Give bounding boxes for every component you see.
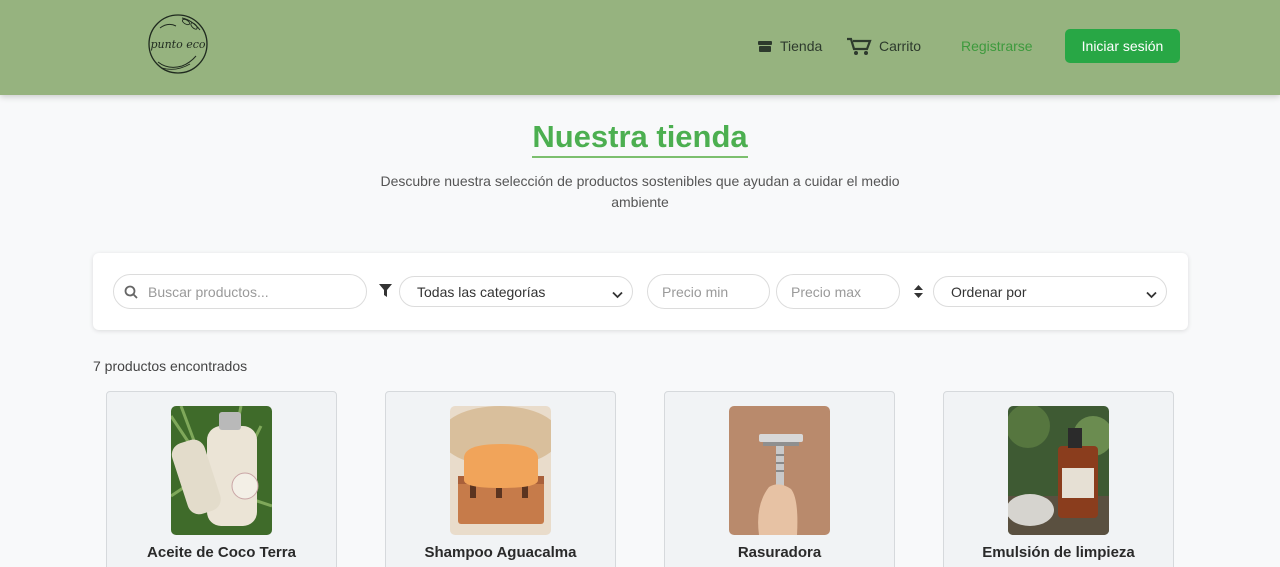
product-image[interactable] [171,406,272,535]
category-select[interactable]: Todas las categorías [399,276,633,307]
chevron-down-icon [612,286,623,302]
page-title-wrap: Nuestra tienda [0,118,1280,158]
product-image[interactable] [450,406,551,535]
price-min-input[interactable]: Precio min [647,274,770,309]
results-count: 7 productos encontrados [93,358,248,374]
login-button[interactable]: Iniciar sesión [1065,29,1180,63]
product-card[interactable]: Rasuradora [664,391,895,567]
page-subtitle: Descubre nuestra selección de productos … [380,173,900,210]
price-max-placeholder: Precio max [791,283,862,300]
cart-icon [846,37,872,56]
nav-carrito-link[interactable]: Carrito [846,29,921,63]
nav-tienda-link[interactable]: Tienda [757,29,822,63]
product-card[interactable]: Shampoo Aguacalma [385,391,616,567]
product-card[interactable]: Aceite de Coco Terra [106,391,337,567]
search-input[interactable]: Buscar productos... [113,274,367,309]
page-title: Nuestra tienda [532,118,748,158]
register-link[interactable]: Registrarse [961,29,1033,63]
nav-tienda-label: Tienda [780,38,823,54]
price-max-input[interactable]: Precio max [776,274,900,309]
filter-bar: Buscar productos... Todas las categorías… [93,253,1188,330]
product-image[interactable] [729,406,830,535]
search-icon [124,285,138,299]
product-name[interactable]: Emulsión de limpieza [944,544,1173,561]
svg-text:punto eco: punto eco [150,38,205,51]
product-image[interactable] [1008,406,1109,535]
product-name[interactable]: Aceite de Coco Terra [107,544,336,561]
store-icon [757,40,773,53]
sort-selected-value: Ordenar por [951,283,1027,300]
brand-logo[interactable]: punto eco [146,10,210,78]
sort-select[interactable]: Ordenar por [933,276,1167,307]
product-name[interactable]: Rasuradora [665,544,894,561]
nav-carrito-label: Carrito [879,38,922,54]
chevron-down-icon [1146,286,1157,302]
search-placeholder: Buscar productos... [148,283,269,300]
sort-icon [914,285,923,303]
product-card[interactable]: Emulsión de limpieza [943,391,1174,567]
header: punto eco Tienda Carrito Registrarse Ini… [0,0,1280,95]
price-min-placeholder: Precio min [662,283,729,300]
product-name[interactable]: Shampoo Aguacalma [386,544,615,561]
category-selected-value: Todas las categorías [417,283,546,300]
filter-icon [379,284,392,303]
